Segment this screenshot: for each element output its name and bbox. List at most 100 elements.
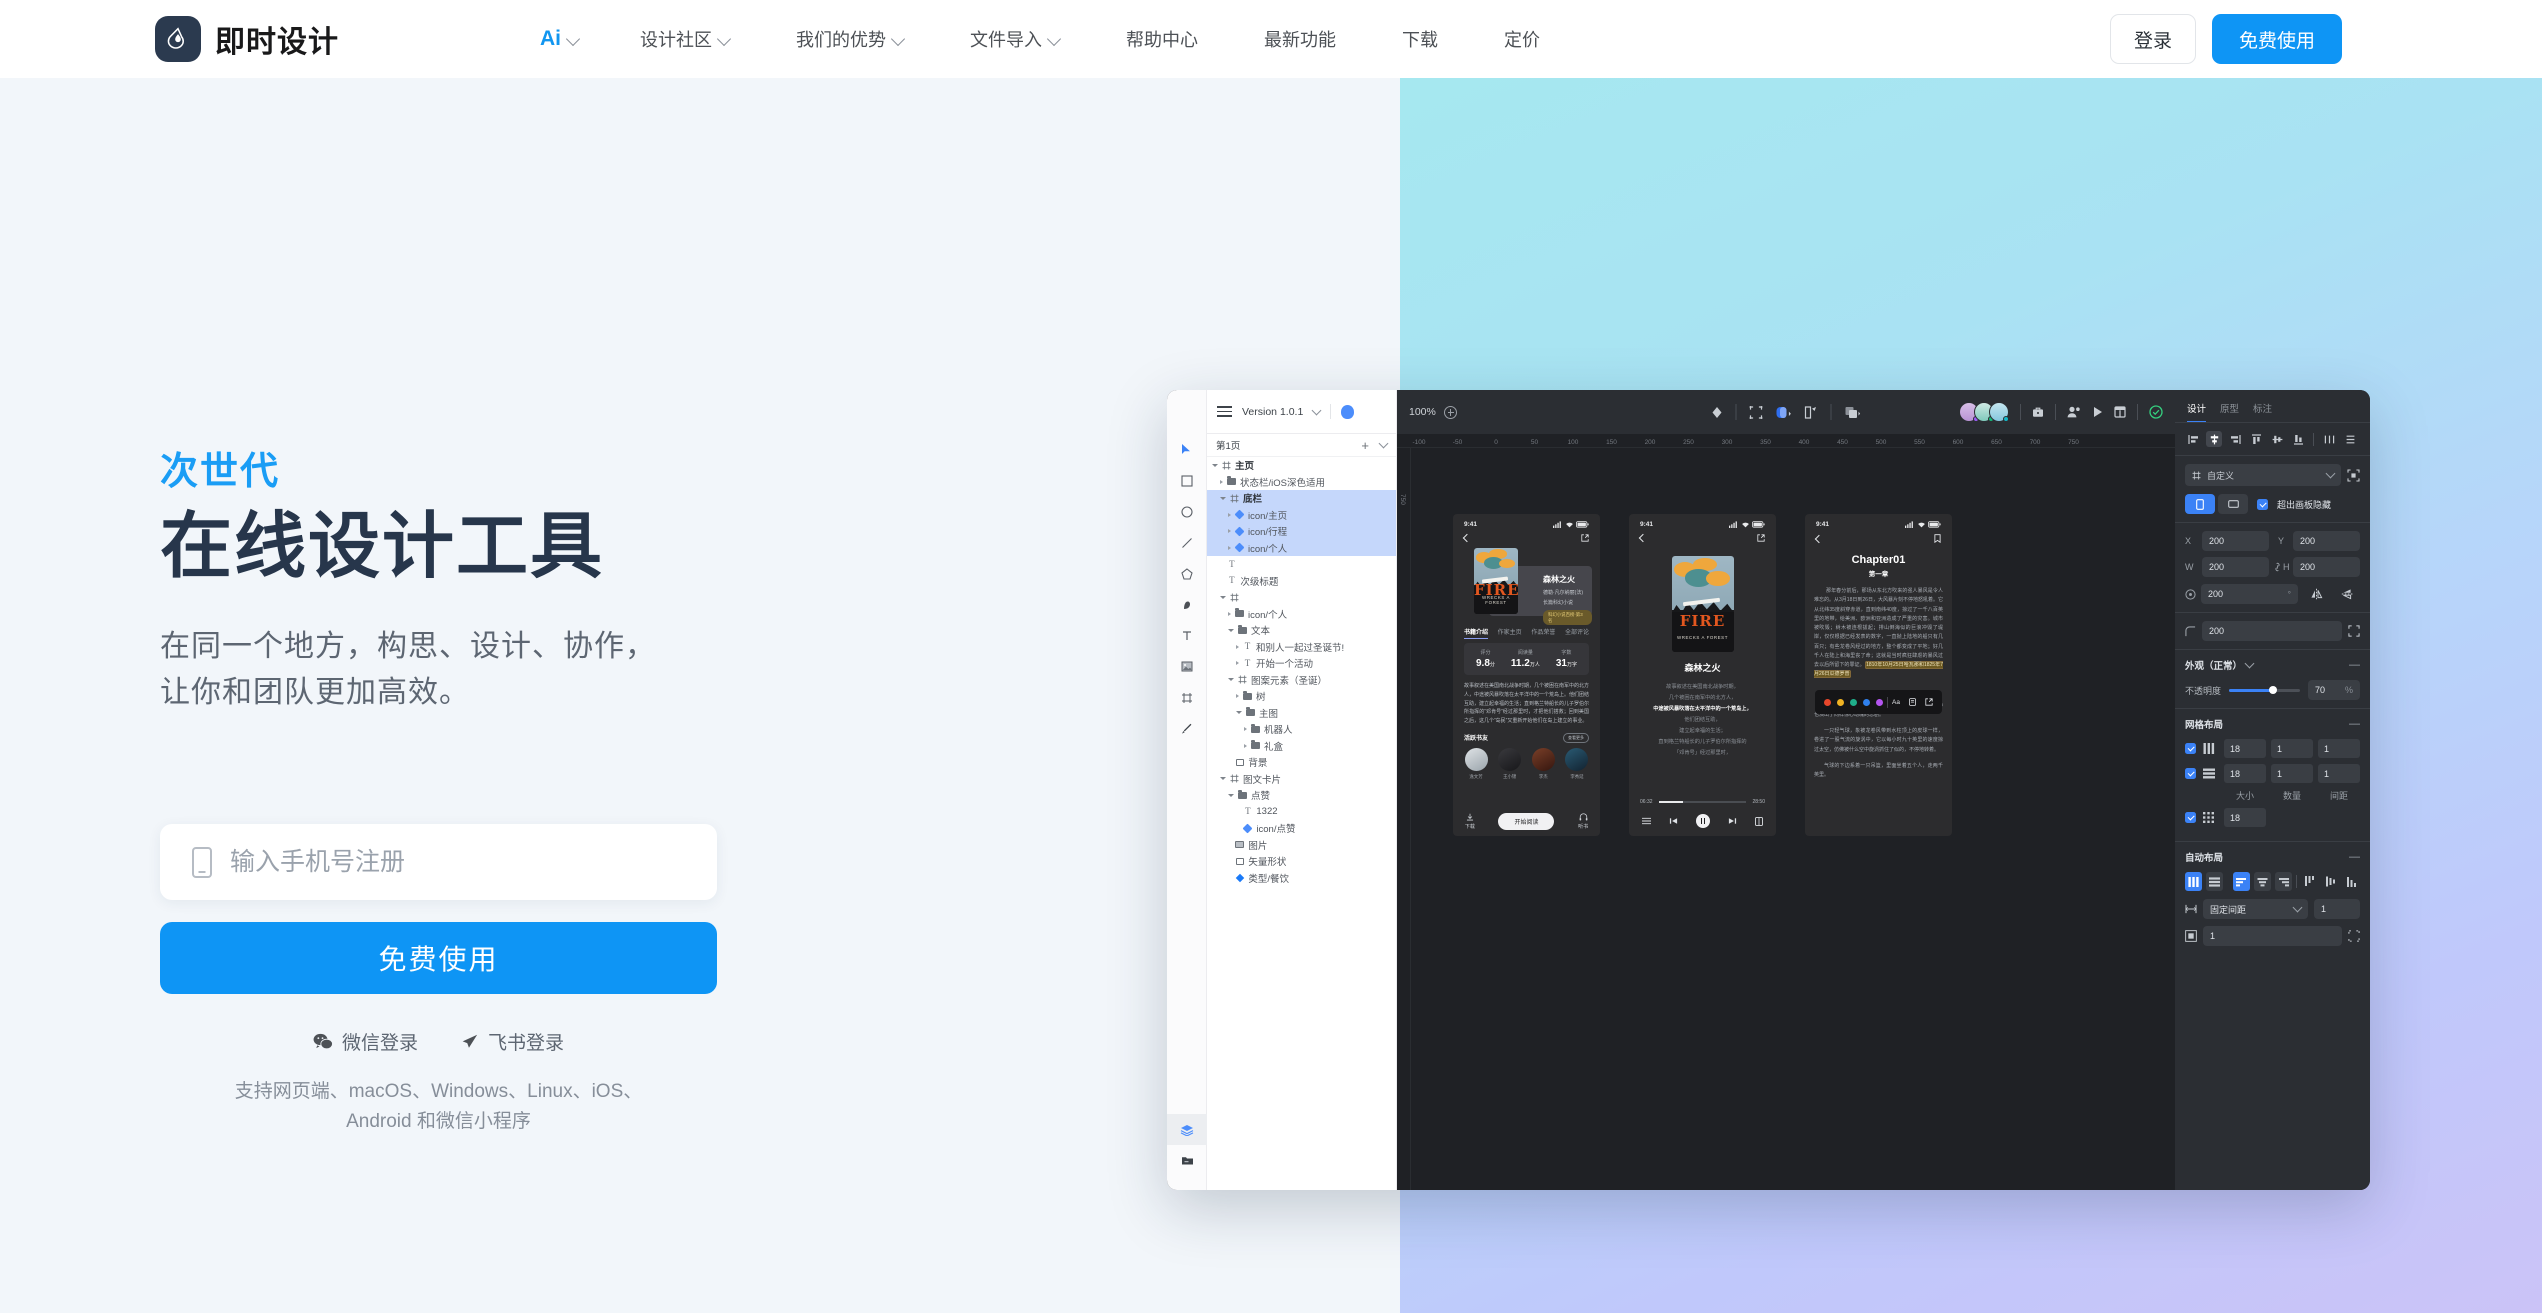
- chevron-left-icon[interactable]: [1814, 534, 1824, 543]
- page-row[interactable]: 第1页 +: [1207, 434, 1396, 457]
- swatch-yellow[interactable]: [1837, 698, 1844, 706]
- toolbox-icon[interactable]: [2032, 406, 2044, 418]
- layer-row[interactable]: 类型/餐饮: [1207, 870, 1396, 887]
- layer-row[interactable]: icon/行程: [1207, 523, 1396, 540]
- text-selection-menu[interactable]: Aa: [1815, 690, 1942, 714]
- disclosure-open-icon[interactable]: [1228, 793, 1234, 797]
- nav-item-ai[interactable]: Ai: [507, 0, 607, 78]
- disclosure-closed-icon[interactable]: [1236, 694, 1239, 699]
- disclosure-open-icon[interactable]: [1236, 711, 1242, 715]
- friends-more-button[interactable]: 查看更多: [1563, 732, 1589, 743]
- text-size-icon[interactable]: Aa: [1892, 699, 1900, 706]
- layer-row[interactable]: 图案元素（圣诞）: [1207, 672, 1396, 689]
- grid-size-input[interactable]: 18: [2224, 808, 2266, 827]
- rows-size-input[interactable]: 18: [2224, 764, 2266, 783]
- friend-item[interactable]: 王小锦: [1498, 747, 1522, 780]
- zoom-in-icon[interactable]: [1443, 405, 1457, 419]
- tab-annotation[interactable]: 标注: [2253, 401, 2272, 422]
- swatch-green[interactable]: [1850, 698, 1857, 706]
- nav-item-community[interactable]: 设计社区: [607, 0, 763, 78]
- x-input[interactable]: 200: [2202, 531, 2269, 551]
- layer-row[interactable]: T 和别人一起过圣诞节!: [1207, 639, 1396, 656]
- grid-checkbox[interactable]: [2185, 812, 2196, 823]
- layer-row[interactable]: T: [1207, 556, 1396, 573]
- version-label[interactable]: Version 1.0.1: [1242, 406, 1303, 418]
- layer-row[interactable]: T 1322: [1207, 804, 1396, 821]
- layer-row[interactable]: [1207, 589, 1396, 606]
- independent-corners-icon[interactable]: [2348, 625, 2360, 637]
- tab-author[interactable]: 作家主页: [1498, 627, 1522, 636]
- layer-row[interactable]: 矢量形状: [1207, 853, 1396, 870]
- space-mid-icon[interactable]: [2322, 872, 2339, 891]
- mockup-reader[interactable]: 9:41 Chapter01 第一章 那年春分前后，那场从东北方吹来的强人暴风是…: [1805, 514, 1952, 836]
- layer-row[interactable]: 图文卡片: [1207, 771, 1396, 788]
- disclosure-closed-icon[interactable]: [1228, 545, 1231, 550]
- avatar[interactable]: [1989, 402, 2009, 422]
- polygon-icon[interactable]: [1167, 558, 1207, 589]
- space-bottom-icon[interactable]: [2343, 872, 2360, 891]
- wechat-login-button[interactable]: 微信登录: [313, 1028, 418, 1055]
- note-icon[interactable]: [1909, 698, 1916, 706]
- hamburger-icon[interactable]: [1217, 406, 1232, 417]
- align-start-icon[interactable]: [2233, 872, 2251, 891]
- prev-icon[interactable]: [1669, 817, 1678, 825]
- free-trial-cta-button[interactable]: 免费使用: [160, 922, 717, 994]
- text-icon[interactable]: [1167, 620, 1207, 651]
- friend-item[interactable]: 李秀延: [1565, 747, 1589, 780]
- brush-icon[interactable]: [1167, 713, 1207, 744]
- play-icon[interactable]: [2092, 406, 2103, 418]
- invite-user-icon[interactable]: [2067, 406, 2081, 418]
- nav-item-advantages[interactable]: 我们的优势: [763, 0, 937, 78]
- listen-button[interactable]: 听书: [1578, 813, 1588, 830]
- nav-item-help-center[interactable]: 帮助中心: [1093, 0, 1231, 78]
- tab-prototype[interactable]: 原型: [2220, 401, 2239, 422]
- layer-row[interactable]: 机器人: [1207, 721, 1396, 738]
- tab-design[interactable]: 设计: [2187, 401, 2207, 422]
- swatch-red[interactable]: [1824, 698, 1831, 706]
- share-icon[interactable]: [1925, 698, 1933, 706]
- frame-preset-select[interactable]: 自定义: [2185, 464, 2341, 486]
- spacing-value-input[interactable]: 1: [2314, 899, 2360, 919]
- layer-row[interactable]: T 次级标题: [1207, 573, 1396, 590]
- layer-row[interactable]: icon/点赞: [1207, 820, 1396, 837]
- mask-icon[interactable]: [1776, 406, 1792, 419]
- nav-item-whats-new[interactable]: 最新功能: [1231, 0, 1369, 78]
- flip-vertical-icon[interactable]: [2334, 584, 2360, 604]
- w-input[interactable]: 200: [2202, 557, 2269, 577]
- layer-row[interactable]: 点赞: [1207, 787, 1396, 804]
- layer-row[interactable]: 树: [1207, 688, 1396, 705]
- opacity-input[interactable]: 70 %: [2308, 680, 2360, 700]
- disclosure-closed-icon[interactable]: [1228, 529, 1231, 534]
- phone-field[interactable]: [160, 824, 717, 900]
- disclosure-closed-icon[interactable]: [1244, 727, 1247, 732]
- layer-row[interactable]: T 开始一个活动: [1207, 655, 1396, 672]
- disclosure-closed-icon[interactable]: [1236, 661, 1239, 666]
- minus-icon[interactable]: —: [2349, 660, 2360, 671]
- horizontal-layout-icon[interactable]: [2185, 872, 2202, 891]
- start-reading-button[interactable]: 开始阅读: [1498, 813, 1555, 830]
- phone-input[interactable]: [230, 847, 650, 877]
- link-ratio-icon[interactable]: [2274, 562, 2281, 572]
- layer-row[interactable]: 主页: [1207, 457, 1396, 474]
- mockup-audio-player[interactable]: 9:41 FIRE WRECKS A FOREST 森林之火 故事叙述在美国南北…: [1629, 514, 1776, 836]
- free-trial-button[interactable]: 免费使用: [2212, 14, 2342, 64]
- columns-gutter-input[interactable]: 1: [2318, 739, 2360, 758]
- layer-row[interactable]: 状态栏/iOS深色适用: [1207, 474, 1396, 491]
- constraint-target-icon[interactable]: [2347, 468, 2360, 482]
- y-input[interactable]: 200: [2293, 531, 2360, 551]
- vertical-layout-icon[interactable]: [2205, 872, 2223, 891]
- swatch-purple[interactable]: [1876, 698, 1883, 706]
- next-icon[interactable]: [1728, 817, 1737, 825]
- layer-row[interactable]: icon/个人: [1207, 539, 1396, 556]
- progress-slider[interactable]: [1658, 801, 1747, 803]
- clip-content-checkbox[interactable]: [2257, 498, 2268, 510]
- boolean-icon[interactable]: [1845, 406, 1861, 419]
- feishu-login-button[interactable]: 飞书登录: [460, 1028, 564, 1055]
- chevron-down-icon[interactable]: [2244, 658, 2255, 669]
- nav-item-file-import[interactable]: 文件导入: [937, 0, 1093, 78]
- chevron-down-icon[interactable]: [1378, 438, 1389, 449]
- align-left-icon[interactable]: [2185, 431, 2201, 447]
- distribute-h-icon[interactable]: [2321, 431, 2337, 447]
- layer-row[interactable]: icon/个人: [1207, 606, 1396, 623]
- nav-item-pricing[interactable]: 定价: [1471, 0, 1573, 78]
